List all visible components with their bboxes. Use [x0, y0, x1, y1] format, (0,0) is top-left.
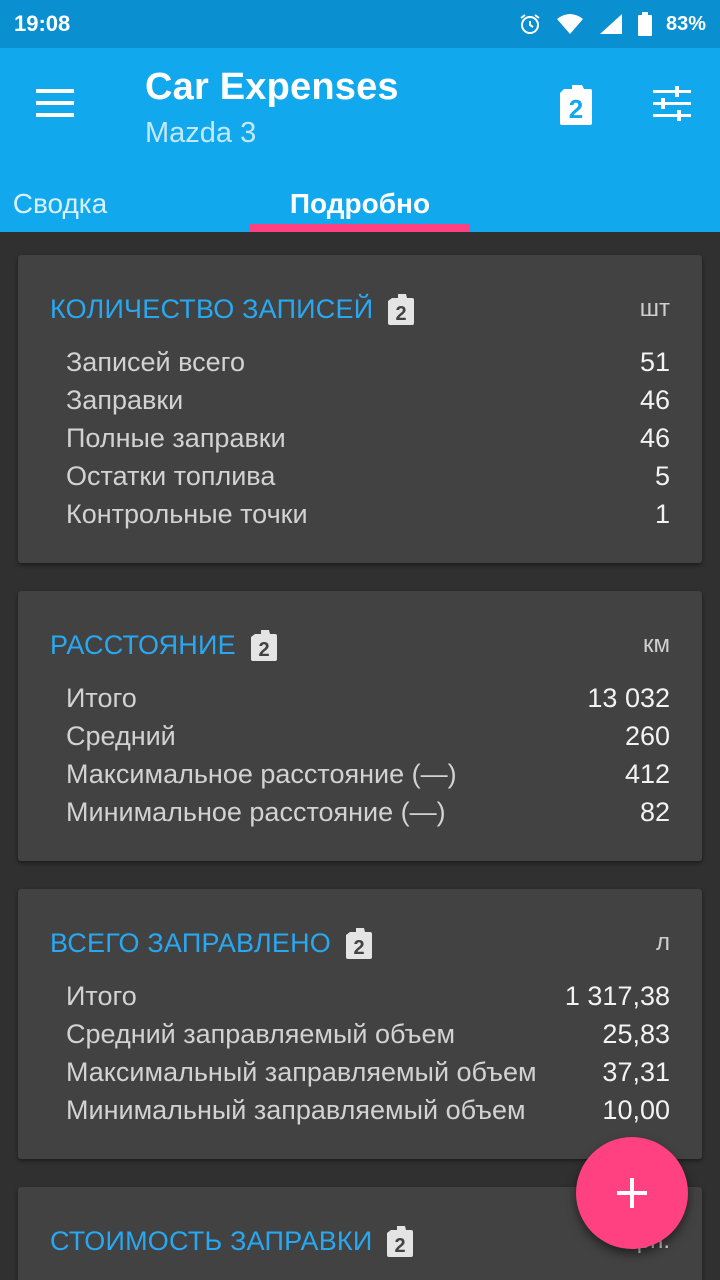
fuel-canister-icon: 2 [560, 85, 592, 125]
stat-label: Минимальный заправляемый объем [66, 1094, 526, 1125]
signal-icon [599, 14, 622, 34]
card-unit: км [643, 631, 670, 658]
stat-label: Записей всего [66, 346, 245, 377]
stat-value: 13 032 [587, 682, 670, 713]
stat-label: Минимальное расстояние (—) [66, 796, 446, 827]
card-header: СТОИМОСТЬ ЗАПРАВКИ 2 грн. [50, 1221, 670, 1261]
stat-label: Заправки [66, 384, 184, 415]
stat-label: Максимальный заправляемый объем [66, 1056, 537, 1087]
card-rows: Итого 1 317,38 Средний заправляемый объе… [66, 977, 670, 1129]
tune-sliders-icon [653, 86, 691, 121]
card-icon-number: 2 [395, 1235, 406, 1257]
tab-summary[interactable]: Сводка [0, 176, 120, 232]
stat-row: Максимальное расстояние (—) 412 [66, 755, 670, 793]
fuel-type-button[interactable]: 2 [548, 76, 604, 132]
card-rows: Записей всего 51 Заправки 46 Полные запр… [66, 343, 670, 533]
vehicle-subtitle: Mazda 3 [145, 117, 257, 149]
wifi-icon [556, 14, 583, 34]
battery-icon [637, 12, 652, 36]
fuel-canister-icon: 2 [345, 927, 373, 959]
plus-icon [617, 1178, 647, 1208]
stat-row: Минимальный заправляемый объем 10,00 [66, 1091, 670, 1129]
stat-label: Итого [66, 682, 137, 713]
app-title: Car Expenses [145, 66, 399, 108]
stat-value: 5 [654, 460, 670, 491]
stat-value: 260 [624, 720, 670, 751]
stat-value: 46 [639, 422, 670, 453]
tab-indicator [250, 224, 470, 232]
stat-value: 37,31 [602, 1056, 670, 1087]
card-icon-number: 2 [396, 303, 407, 325]
card-title: РАССТОЯНИЕ [50, 629, 236, 660]
stat-label: Средний заправляемый объем [66, 1018, 456, 1049]
fuel-canister-icon: 2 [386, 1225, 414, 1257]
card-icon-number: 2 [258, 639, 269, 661]
stat-row: Контрольные точки 1 [66, 495, 670, 533]
records-count-card: КОЛИЧЕСТВО ЗАПИСЕЙ 2 шт Записей всего 51… [18, 255, 702, 563]
fuel-canister-icon: 2 [250, 629, 278, 661]
stat-value: 10,00 [602, 1094, 670, 1125]
stat-label: Остатки топлива [66, 460, 276, 491]
stat-row: Максимальный заправляемый объем 37,31 [66, 1053, 670, 1091]
stat-row: Итого 1 317,38 [66, 977, 670, 1015]
status-time: 19:08 [14, 11, 71, 36]
fuel-icon-number: 2 [569, 94, 583, 124]
card-title: КОЛИЧЕСТВО ЗАПИСЕЙ [50, 293, 374, 324]
stat-value: 25,83 [602, 1018, 670, 1049]
stat-label: Средний [66, 720, 176, 751]
stat-row: Заправки 46 [66, 381, 670, 419]
fuel-canister-icon: 2 [387, 293, 415, 325]
stat-value: 1 [654, 498, 670, 529]
app-bar: Car Expenses Mazda 3 2 Сводка Подробно [0, 48, 720, 232]
card-header: РАССТОЯНИЕ 2 км [50, 625, 670, 665]
battery-percent: 83% [665, 12, 706, 35]
stat-row: Остатки топлива 5 [66, 457, 670, 495]
status-bar: 19:08 83% [0, 0, 720, 48]
filter-button[interactable] [644, 76, 700, 132]
status-icons: 83% [518, 12, 706, 36]
card-header: ВСЕГО ЗАПРАВЛЕНО 2 л [50, 923, 670, 963]
stat-value: 82 [639, 796, 670, 827]
card-header: КОЛИЧЕСТВО ЗАПИСЕЙ 2 шт [50, 289, 670, 329]
card-unit: л [655, 929, 670, 956]
stat-value: 1 317,38 [564, 980, 670, 1011]
add-entry-fab[interactable] [576, 1137, 688, 1249]
title-block: Car Expenses Mazda 3 [145, 66, 399, 150]
card-title: СТОИМОСТЬ ЗАПРАВКИ [50, 1225, 373, 1256]
alarm-icon [520, 14, 540, 34]
distance-card: РАССТОЯНИЕ 2 км Итого 13 032 Средний 260… [18, 591, 702, 861]
card-unit: шт [639, 295, 670, 322]
total-fueled-card: ВСЕГО ЗАПРАВЛЕНО 2 л Итого 1 317,38 Сред… [18, 889, 702, 1159]
stat-row: Средний заправляемый объем 25,83 [66, 1015, 670, 1053]
card-title: ВСЕГО ЗАПРАВЛЕНО [50, 927, 331, 958]
hamburger-menu-icon [36, 89, 74, 117]
card-rows: Итого 13 032 Средний 260 Максимальное ра… [66, 679, 670, 831]
stat-value: 51 [639, 346, 670, 377]
stat-value: 412 [624, 758, 670, 789]
stat-row: Полные заправки 46 [66, 419, 670, 457]
stat-label: Полные заправки [66, 422, 286, 453]
stat-row: Записей всего 51 [66, 343, 670, 381]
menu-button[interactable] [24, 76, 88, 130]
card-icon-number: 2 [353, 937, 364, 959]
stat-label: Максимальное расстояние (—) [66, 758, 457, 789]
stat-label: Итого [66, 980, 137, 1011]
stat-label: Контрольные точки [66, 498, 308, 529]
stat-value: 46 [639, 384, 670, 415]
stat-row: Итого 13 032 [66, 679, 670, 717]
stat-row: Средний 260 [66, 717, 670, 755]
stat-row: Минимальное расстояние (—) 82 [66, 793, 670, 831]
